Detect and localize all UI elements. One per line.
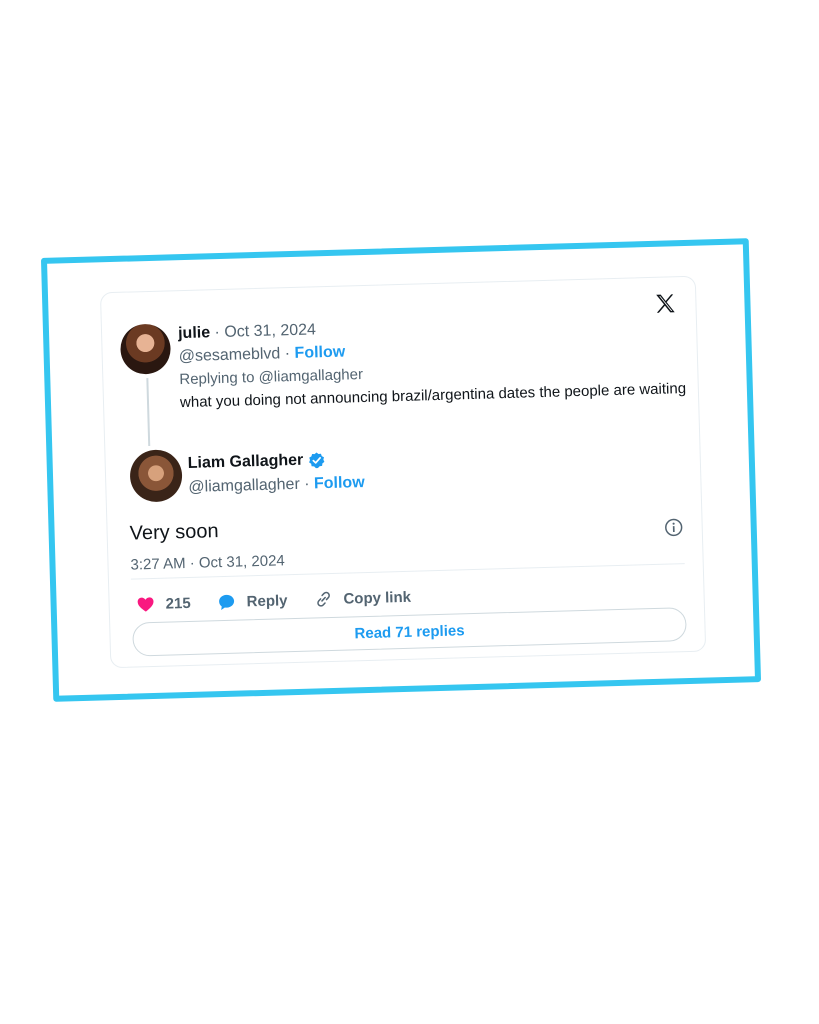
quoted-author-row: julie · Oct 31, 2024 — [178, 321, 316, 343]
tweet-timestamp[interactable]: 3:27 AM · Oct 31, 2024 — [130, 552, 285, 573]
main-author-name[interactable]: Liam Gallagher — [187, 452, 303, 473]
reply-label: Reply — [246, 591, 288, 610]
main-handle[interactable]: @liamgallagher · — [188, 476, 310, 496]
action-bar: 215 Reply Copy link — [135, 587, 411, 615]
replying-to[interactable]: Replying to @liamgallagher — [179, 366, 363, 388]
avatar-liam[interactable] — [129, 449, 183, 503]
quoted-handle-row: @sesameblvd · Follow — [179, 344, 346, 367]
quoted-author-name[interactable]: julie — [178, 324, 210, 342]
like-button[interactable]: 215 — [135, 593, 191, 615]
reply-button[interactable]: Reply — [216, 590, 288, 612]
avatar-julie[interactable] — [119, 323, 172, 375]
screenshot-frame: julie · Oct 31, 2024 @sesameblvd · Follo… — [40, 238, 762, 702]
quoted-handle[interactable]: @sesameblvd · — [179, 345, 291, 365]
copy-link-button[interactable]: Copy link — [313, 587, 411, 610]
link-icon — [317, 591, 330, 607]
main-follow-button[interactable]: Follow — [314, 474, 365, 492]
copy-link-label: Copy link — [343, 588, 412, 608]
thread-line — [146, 378, 151, 447]
quoted-date[interactable]: · Oct 31, 2024 — [214, 321, 316, 341]
quoted-follow-button[interactable]: Follow — [294, 344, 345, 362]
main-handle-row: @liamgallagher · Follow — [188, 474, 365, 497]
info-icon[interactable] — [663, 517, 684, 538]
like-count: 215 — [165, 594, 191, 613]
reply-bubble-icon — [219, 594, 235, 610]
heart-icon — [137, 597, 154, 612]
tweet-card: julie · Oct 31, 2024 @sesameblvd · Follo… — [99, 275, 707, 669]
main-author-row: Liam Gallagher — [187, 451, 325, 473]
main-tweet-text: Very soon — [129, 520, 219, 545]
page: julie · Oct 31, 2024 @sesameblvd · Follo… — [0, 0, 819, 1024]
read-replies-button[interactable]: Read 71 replies — [132, 607, 687, 657]
x-logo-icon[interactable] — [653, 291, 678, 316]
verified-badge-icon — [308, 452, 324, 469]
